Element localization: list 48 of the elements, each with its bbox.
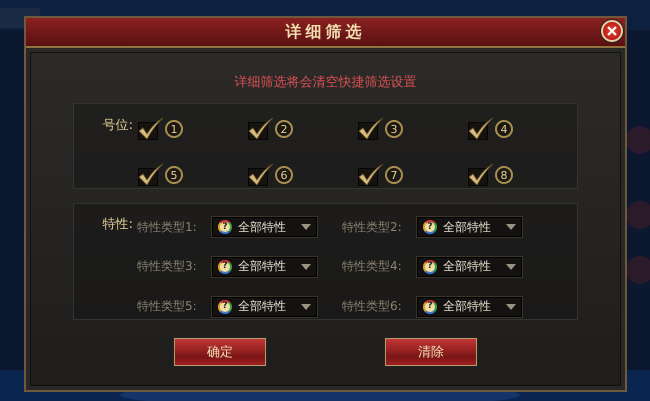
trait-type-label: 特性类型2: [342,218,403,236]
caret-icon [301,224,311,230]
position-number: 2 [275,120,293,138]
confirm-button[interactable]: 确定 [174,338,266,366]
close-icon [607,26,617,36]
trait-dropdown[interactable]: ? 全部特性 [211,256,318,278]
trait-type-label: 特性类型5: [137,298,198,316]
trait-label: 特性: [102,217,133,232]
trait-dropdown[interactable]: ? 全部特性 [211,216,318,238]
checkbox[interactable] [137,163,164,187]
trait-type-label: 特性类型1: [137,218,198,236]
position-number: 8 [495,166,513,184]
help-icon: ? [218,260,232,274]
notice-text: 详细筛选将会清空快捷筛选设置 [234,74,416,91]
position-number: 6 [275,166,293,184]
caret-icon [506,304,516,310]
trait-dropdown[interactable]: ? 全部特性 [416,256,523,278]
checkbox[interactable] [467,117,494,141]
checkbox[interactable] [247,117,274,141]
checkbox[interactable] [357,163,384,187]
position-number: 1 [165,120,183,138]
close-button[interactable] [601,20,623,42]
help-icon: ? [218,220,232,234]
trait-type-label: 特性类型4: [342,258,403,276]
checkbox[interactable] [467,163,494,187]
checkbox[interactable] [137,117,164,141]
caret-icon [506,224,516,230]
trait-dropdown[interactable]: ? 全部特性 [211,296,318,318]
trait-dropdown[interactable]: ? 全部特性 [416,296,523,318]
trait-dropdown[interactable]: ? 全部特性 [416,216,523,238]
checkbox[interactable] [357,117,384,141]
position-label: 号位: [102,118,133,133]
trait-type-label: 特性类型3: [137,258,198,276]
clear-button[interactable]: 清除 [385,338,477,366]
window-title: 详细筛选 [286,22,366,42]
position-number: 5 [165,166,183,184]
help-icon: ? [218,300,232,314]
caret-icon [301,304,311,310]
trait-type-label: 特性类型6: [342,298,403,316]
help-icon: ? [423,300,437,314]
checkbox[interactable] [247,163,274,187]
position-number: 4 [495,120,513,138]
position-number: 3 [385,120,403,138]
help-icon: ? [423,260,437,274]
help-icon: ? [423,220,437,234]
caret-icon [301,264,311,270]
position-number: 7 [385,166,403,184]
caret-icon [506,264,516,270]
